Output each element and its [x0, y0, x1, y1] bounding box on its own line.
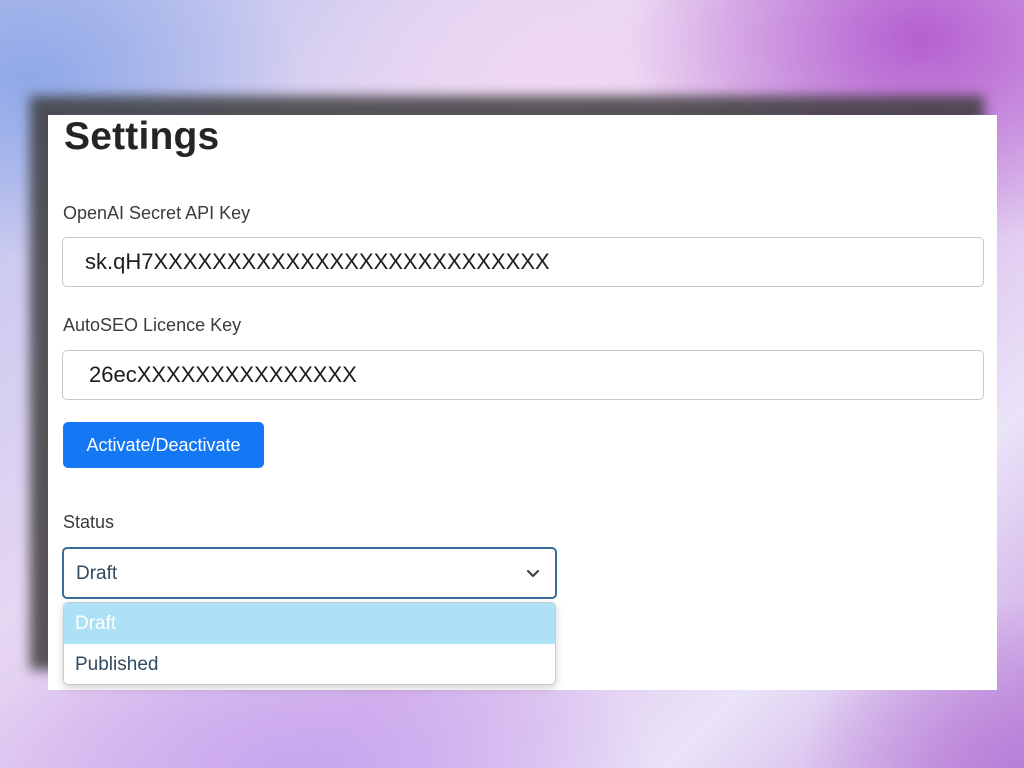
status-option-published[interactable]: Published: [64, 644, 555, 684]
status-option-draft[interactable]: Draft: [64, 603, 555, 644]
status-select-value: Draft: [76, 563, 118, 584]
openai-key-input[interactable]: [62, 237, 984, 287]
licence-key-input[interactable]: [62, 350, 984, 400]
chevron-down-icon: [527, 570, 539, 577]
status-dropdown-menu: Draft Published: [63, 602, 556, 685]
openai-key-label: OpenAI Secret API Key: [63, 203, 251, 223]
status-label: Status: [63, 512, 115, 532]
settings-panel: Settings OpenAI Secret API Key AutoSEO L…: [48, 115, 997, 690]
page-title: Settings: [64, 115, 220, 158]
status-select[interactable]: Draft: [62, 547, 557, 599]
licence-key-label: AutoSEO Licence Key: [63, 315, 242, 335]
activate-deactivate-button[interactable]: Activate/Deactivate: [63, 422, 264, 468]
